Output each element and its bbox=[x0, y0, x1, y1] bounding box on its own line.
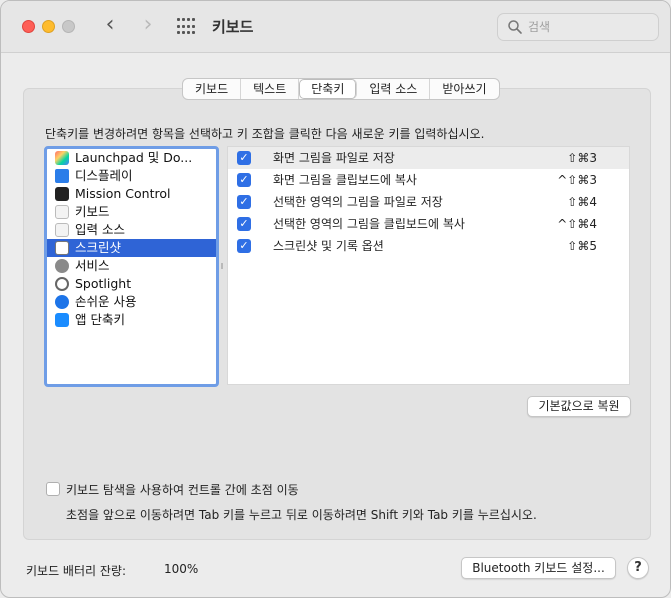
keyboard-navigation-label[interactable]: 키보드 탐색을 사용하여 컨트롤 간에 초점 이동 bbox=[66, 481, 299, 498]
battery-level-label: 키보드 배터리 잔량: bbox=[26, 564, 126, 578]
category-label: Spotlight bbox=[75, 276, 132, 291]
category-label: 스크린샷 bbox=[75, 240, 122, 255]
category-label: 서비스 bbox=[75, 258, 110, 273]
minimize-window-button[interactable] bbox=[42, 20, 55, 33]
search-field[interactable] bbox=[497, 13, 659, 41]
tab-keyboard[interactable]: 키보드 bbox=[183, 79, 242, 99]
title-bar: ‹ › 키보드 bbox=[1, 1, 670, 53]
category-label: 키보드 bbox=[75, 204, 110, 219]
split-view-divider[interactable] bbox=[220, 263, 224, 269]
keyboard-navigation-checkbox[interactable] bbox=[46, 482, 60, 496]
category-label: Mission Control bbox=[75, 186, 171, 201]
shortcut-row[interactable]: ✓ 화면 그림을 파일로 저장 ⇧⌘3 bbox=[228, 147, 629, 169]
keyboard-navigation-hint: 초점을 앞으로 이동하려면 Tab 키를 누르고 뒤로 이동하려면 Shift … bbox=[66, 508, 537, 522]
help-button[interactable]: ? bbox=[627, 557, 649, 579]
shortcut-row[interactable]: ✓ 선택한 영역의 그림을 파일로 저장 ⇧⌘4 bbox=[228, 191, 629, 213]
services-gear-icon bbox=[55, 259, 69, 273]
tab-input-sources[interactable]: 입력 소스 bbox=[357, 79, 431, 99]
show-all-grid-icon[interactable] bbox=[177, 18, 197, 36]
shortcut-keys[interactable]: ^⇧⌘4 bbox=[557, 213, 597, 235]
tab-dictation[interactable]: 받아쓰기 bbox=[430, 79, 498, 99]
keyboard-icon bbox=[55, 205, 69, 219]
mission-control-icon bbox=[55, 187, 69, 201]
search-icon bbox=[508, 20, 522, 34]
category-label: Launchpad 및 Do... bbox=[75, 150, 193, 165]
shortcut-enabled-checkbox[interactable]: ✓ bbox=[237, 173, 251, 187]
preference-tabs: 키보드 텍스트 단축키 입력 소스 받아쓰기 bbox=[182, 78, 500, 100]
window-title: 키보드 bbox=[212, 18, 254, 36]
shortcut-row[interactable]: ✓ 스크린샷 및 기록 옵션 ⇧⌘5 bbox=[228, 235, 629, 257]
shortcut-enabled-checkbox[interactable]: ✓ bbox=[237, 239, 251, 253]
category-label: 입력 소스 bbox=[75, 222, 125, 237]
search-input[interactable] bbox=[528, 18, 648, 36]
shortcut-label: 스크린샷 및 기록 옵션 bbox=[273, 239, 384, 253]
shortcut-keys[interactable]: ⇧⌘5 bbox=[567, 235, 597, 257]
bluetooth-keyboard-setup-button[interactable]: Bluetooth 키보드 설정... bbox=[461, 557, 616, 579]
screenshot-icon bbox=[55, 241, 69, 255]
instruction-text: 단축키를 변경하려면 항목을 선택하고 키 조합을 클릭한 다음 새로운 키를 … bbox=[45, 127, 485, 141]
display-icon bbox=[55, 169, 69, 183]
restore-defaults-button[interactable]: 기본값으로 복원 bbox=[527, 396, 631, 417]
spotlight-icon bbox=[55, 277, 69, 291]
category-label: 디스플레이 bbox=[75, 168, 133, 183]
back-button[interactable]: ‹ bbox=[98, 13, 122, 39]
shortcut-label: 화면 그림을 클립보드에 복사 bbox=[273, 173, 417, 187]
category-item-display[interactable]: 디스플레이 bbox=[47, 167, 216, 185]
category-item-launchpad[interactable]: Launchpad 및 Do... bbox=[47, 149, 216, 167]
category-item-spotlight[interactable]: Spotlight bbox=[47, 275, 216, 293]
close-window-button[interactable] bbox=[22, 20, 35, 33]
keyboard-preferences-window: ‹ › 키보드 키보드 텍스트 단축키 입력 소스 받아쓰기 단축키를 변경하려… bbox=[0, 0, 671, 598]
tab-text[interactable]: 텍스트 bbox=[241, 79, 300, 99]
shortcut-label: 선택한 영역의 그림을 클립보드에 복사 bbox=[273, 217, 465, 231]
category-item-services[interactable]: 서비스 bbox=[47, 257, 216, 275]
shortcut-enabled-checkbox[interactable]: ✓ bbox=[237, 151, 251, 165]
shortcut-keys[interactable]: ⇧⌘3 bbox=[567, 147, 597, 169]
category-item-app-shortcuts[interactable]: 앱 단축키 bbox=[47, 311, 216, 329]
zoom-window-button[interactable] bbox=[62, 20, 75, 33]
category-item-screenshots[interactable]: 스크린샷 bbox=[47, 239, 216, 257]
shortcut-category-list[interactable]: Launchpad 및 Do... 디스플레이 Mission Control … bbox=[44, 146, 219, 387]
category-label: 손쉬운 사용 bbox=[75, 294, 137, 309]
shortcut-row[interactable]: ✓ 화면 그림을 클립보드에 복사 ^⇧⌘3 bbox=[228, 169, 629, 191]
category-label: 앱 단축키 bbox=[75, 312, 125, 327]
shortcut-keys[interactable]: ^⇧⌘3 bbox=[557, 169, 597, 191]
category-item-mission-control[interactable]: Mission Control bbox=[47, 185, 216, 203]
shortcut-enabled-checkbox[interactable]: ✓ bbox=[237, 217, 251, 231]
category-item-accessibility[interactable]: 손쉬운 사용 bbox=[47, 293, 216, 311]
shortcut-row[interactable]: ✓ 선택한 영역의 그림을 클립보드에 복사 ^⇧⌘4 bbox=[228, 213, 629, 235]
input-source-icon bbox=[55, 223, 69, 237]
shortcut-list[interactable]: ✓ 화면 그림을 파일로 저장 ⇧⌘3 ✓ 화면 그림을 클립보드에 복사 ^⇧… bbox=[227, 146, 630, 385]
category-item-input-sources[interactable]: 입력 소스 bbox=[47, 221, 216, 239]
forward-button[interactable]: › bbox=[136, 13, 160, 39]
category-item-keyboard[interactable]: 키보드 bbox=[47, 203, 216, 221]
battery-level-value: 100% bbox=[164, 562, 199, 576]
tab-shortcuts[interactable]: 단축키 bbox=[299, 79, 358, 99]
launchpad-icon bbox=[55, 151, 69, 165]
shortcut-keys[interactable]: ⇧⌘4 bbox=[567, 191, 597, 213]
shortcut-label: 선택한 영역의 그림을 파일로 저장 bbox=[273, 195, 443, 209]
shortcut-enabled-checkbox[interactable]: ✓ bbox=[237, 195, 251, 209]
shortcut-label: 화면 그림을 파일로 저장 bbox=[273, 151, 395, 165]
accessibility-icon bbox=[55, 295, 69, 309]
app-shortcuts-icon bbox=[55, 313, 69, 327]
